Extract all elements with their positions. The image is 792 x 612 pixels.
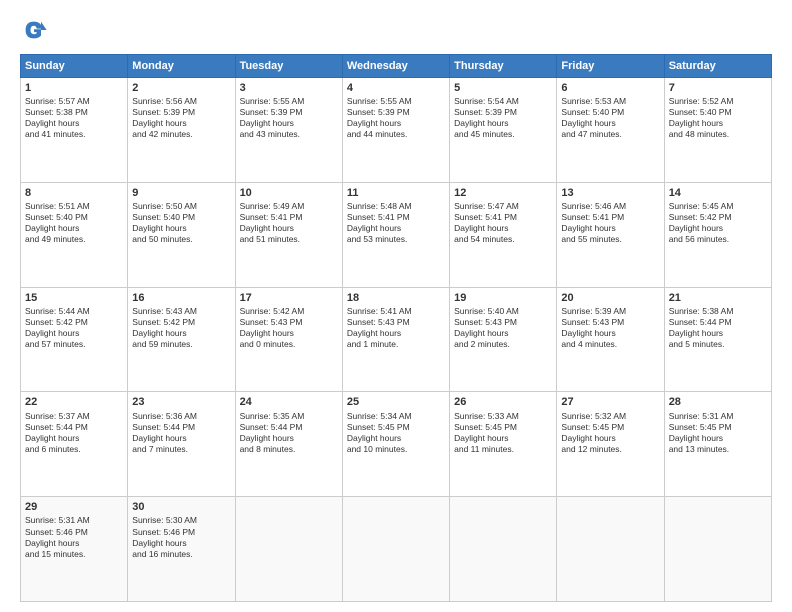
day-cell-2: 2Sunrise: 5:56 AMSunset: 5:39 PMDaylight… [128,78,235,183]
header [20,16,772,44]
header-tuesday: Tuesday [235,55,342,78]
day-number: 28 [669,395,767,409]
day-cell-17: 17Sunrise: 5:42 AMSunset: 5:43 PMDayligh… [235,287,342,392]
day-cell-26: 26Sunrise: 5:33 AMSunset: 5:45 PMDayligh… [450,392,557,497]
day-number: 12 [454,186,552,200]
day-cell-6: 6Sunrise: 5:53 AMSunset: 5:40 PMDaylight… [557,78,664,183]
day-number: 8 [25,186,123,200]
empty-cell [664,497,771,602]
day-cell-11: 11Sunrise: 5:48 AMSunset: 5:41 PMDayligh… [342,182,449,287]
day-number: 24 [240,395,338,409]
day-number: 17 [240,291,338,305]
day-cell-23: 23Sunrise: 5:36 AMSunset: 5:44 PMDayligh… [128,392,235,497]
header-monday: Monday [128,55,235,78]
day-number: 2 [132,81,230,95]
day-number: 25 [347,395,445,409]
day-number: 13 [561,186,659,200]
day-cell-3: 3Sunrise: 5:55 AMSunset: 5:39 PMDaylight… [235,78,342,183]
day-number: 1 [25,81,123,95]
logo [20,16,52,44]
empty-cell [557,497,664,602]
day-number: 11 [347,186,445,200]
header-friday: Friday [557,55,664,78]
day-number: 26 [454,395,552,409]
day-number: 16 [132,291,230,305]
day-number: 14 [669,186,767,200]
day-number: 29 [25,500,123,514]
day-cell-27: 27Sunrise: 5:32 AMSunset: 5:45 PMDayligh… [557,392,664,497]
day-cell-15: 15Sunrise: 5:44 AMSunset: 5:42 PMDayligh… [21,287,128,392]
day-cell-16: 16Sunrise: 5:43 AMSunset: 5:42 PMDayligh… [128,287,235,392]
day-cell-7: 7Sunrise: 5:52 AMSunset: 5:40 PMDaylight… [664,78,771,183]
header-saturday: Saturday [664,55,771,78]
calendar-week-5: 29Sunrise: 5:31 AMSunset: 5:46 PMDayligh… [21,497,772,602]
day-number: 20 [561,291,659,305]
day-number: 5 [454,81,552,95]
header-sunday: Sunday [21,55,128,78]
calendar-week-3: 15Sunrise: 5:44 AMSunset: 5:42 PMDayligh… [21,287,772,392]
day-cell-30: 30Sunrise: 5:30 AMSunset: 5:46 PMDayligh… [128,497,235,602]
day-number: 21 [669,291,767,305]
day-cell-8: 8Sunrise: 5:51 AMSunset: 5:40 PMDaylight… [21,182,128,287]
day-number: 6 [561,81,659,95]
empty-cell [235,497,342,602]
day-cell-14: 14Sunrise: 5:45 AMSunset: 5:42 PMDayligh… [664,182,771,287]
day-cell-19: 19Sunrise: 5:40 AMSunset: 5:43 PMDayligh… [450,287,557,392]
day-number: 27 [561,395,659,409]
day-number: 30 [132,500,230,514]
day-number: 15 [25,291,123,305]
empty-cell [450,497,557,602]
day-number: 23 [132,395,230,409]
day-cell-28: 28Sunrise: 5:31 AMSunset: 5:45 PMDayligh… [664,392,771,497]
day-number: 18 [347,291,445,305]
day-cell-5: 5Sunrise: 5:54 AMSunset: 5:39 PMDaylight… [450,78,557,183]
day-cell-9: 9Sunrise: 5:50 AMSunset: 5:40 PMDaylight… [128,182,235,287]
day-cell-21: 21Sunrise: 5:38 AMSunset: 5:44 PMDayligh… [664,287,771,392]
day-cell-12: 12Sunrise: 5:47 AMSunset: 5:41 PMDayligh… [450,182,557,287]
calendar-header-row: Sunday Monday Tuesday Wednesday Thursday… [21,55,772,78]
header-thursday: Thursday [450,55,557,78]
day-number: 7 [669,81,767,95]
page: Sunday Monday Tuesday Wednesday Thursday… [0,0,792,612]
day-number: 19 [454,291,552,305]
day-cell-22: 22Sunrise: 5:37 AMSunset: 5:44 PMDayligh… [21,392,128,497]
calendar-week-2: 8Sunrise: 5:51 AMSunset: 5:40 PMDaylight… [21,182,772,287]
header-wednesday: Wednesday [342,55,449,78]
day-number: 22 [25,395,123,409]
calendar-week-1: 1Sunrise: 5:57 AMSunset: 5:38 PMDaylight… [21,78,772,183]
day-cell-29: 29Sunrise: 5:31 AMSunset: 5:46 PMDayligh… [21,497,128,602]
day-cell-10: 10Sunrise: 5:49 AMSunset: 5:41 PMDayligh… [235,182,342,287]
empty-cell [342,497,449,602]
day-cell-25: 25Sunrise: 5:34 AMSunset: 5:45 PMDayligh… [342,392,449,497]
logo-icon [20,16,48,44]
day-cell-1: 1Sunrise: 5:57 AMSunset: 5:38 PMDaylight… [21,78,128,183]
calendar-table: Sunday Monday Tuesday Wednesday Thursday… [20,54,772,602]
day-cell-13: 13Sunrise: 5:46 AMSunset: 5:41 PMDayligh… [557,182,664,287]
day-number: 9 [132,186,230,200]
day-cell-20: 20Sunrise: 5:39 AMSunset: 5:43 PMDayligh… [557,287,664,392]
day-cell-4: 4Sunrise: 5:55 AMSunset: 5:39 PMDaylight… [342,78,449,183]
day-number: 4 [347,81,445,95]
day-cell-18: 18Sunrise: 5:41 AMSunset: 5:43 PMDayligh… [342,287,449,392]
day-cell-24: 24Sunrise: 5:35 AMSunset: 5:44 PMDayligh… [235,392,342,497]
calendar-week-4: 22Sunrise: 5:37 AMSunset: 5:44 PMDayligh… [21,392,772,497]
day-number: 3 [240,81,338,95]
day-number: 10 [240,186,338,200]
